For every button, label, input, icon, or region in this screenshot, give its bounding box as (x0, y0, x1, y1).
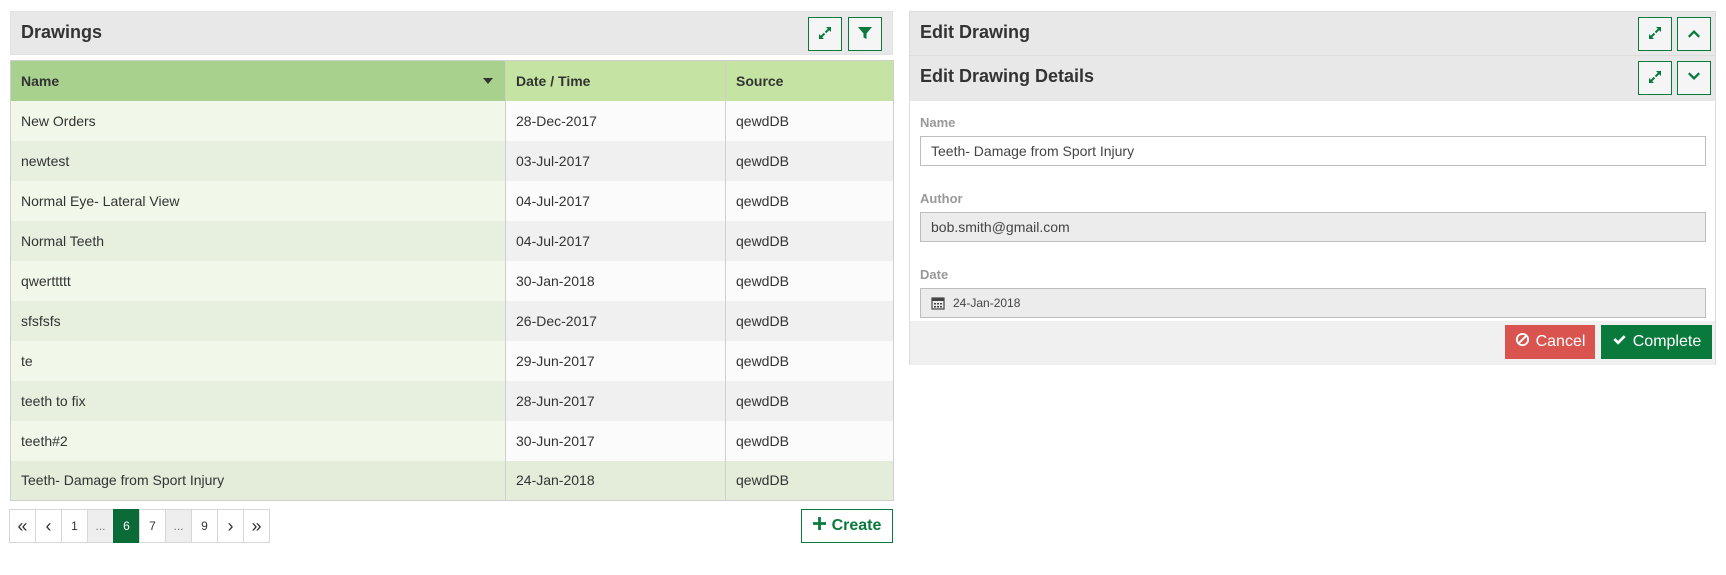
page-button-6[interactable]: 6 (113, 509, 140, 543)
sort-caret-icon[interactable] (483, 78, 493, 84)
cancel-button-label: Cancel (1535, 333, 1586, 350)
page-button-7[interactable]: 7 (139, 509, 166, 543)
edit-drawing-details-title: Edit Drawing Details (920, 66, 1095, 86)
cell-date: 26-Dec-2017 (505, 300, 726, 341)
cell-source: qewdDB (725, 340, 894, 381)
table-row[interactable]: teeth#2 30-Jun-2017 qewdDB (10, 420, 894, 461)
table-row[interactable]: teeth to fix 28-Jun-2017 qewdDB (10, 380, 894, 421)
column-header-name-label: Name (21, 72, 60, 89)
prev-page-button[interactable]: ‹ (35, 509, 62, 543)
calendar-icon[interactable] (931, 296, 945, 310)
cell-source: qewdDB (725, 380, 894, 421)
expand-icon (1647, 69, 1663, 88)
cell-date: 03-Jul-2017 (505, 140, 726, 181)
table-row[interactable]: newtest 03-Jul-2017 qewdDB (10, 140, 894, 181)
next-page-button[interactable]: › (217, 509, 244, 543)
cell-source: qewdDB (725, 420, 894, 461)
page-button-1[interactable]: 1 (61, 509, 88, 543)
create-button[interactable]: Create (801, 509, 893, 543)
cell-name: Teeth- Damage from Sport Injury (10, 460, 506, 501)
expand-button[interactable] (808, 17, 842, 51)
drawings-table: Name Date / Time Source New Orders 28-Dec… (10, 60, 894, 501)
cell-name: Normal Teeth (10, 220, 506, 261)
cell-name: sfsfsfs (10, 300, 506, 341)
edit-drawing-form: Name Teeth- Damage from Sport Injury Aut… (910, 101, 1715, 321)
last-page-button[interactable]: » (243, 509, 270, 543)
check-icon (1612, 332, 1627, 352)
table-header-row: Name Date / Time Source (10, 60, 894, 101)
expand-section-button[interactable] (1677, 61, 1711, 95)
cell-date: 28-Dec-2017 (505, 100, 726, 141)
filter-button[interactable] (848, 17, 882, 51)
cell-source: qewdDB (725, 460, 894, 501)
author-label: Author (920, 191, 963, 206)
expand-icon (817, 25, 833, 44)
cell-date: 30-Jun-2017 (505, 420, 726, 461)
cell-name: qwerttttt (10, 260, 506, 301)
expand-button[interactable] (1638, 17, 1672, 51)
create-button-label: Create (831, 517, 882, 534)
date-label: Date (920, 267, 949, 282)
name-field[interactable]: Teeth- Damage from Sport Injury (920, 136, 1706, 166)
cell-name: te (10, 340, 506, 381)
cell-name: teeth to fix (10, 380, 506, 421)
cell-date: 29-Jun-2017 (505, 340, 726, 381)
cell-name: New Orders (10, 100, 506, 141)
cell-name: teeth#2 (10, 420, 506, 461)
form-footer: Cancel Complete (910, 321, 1715, 365)
author-field: bob.smith@gmail.com (920, 212, 1706, 242)
ban-icon (1515, 332, 1530, 352)
expand-button[interactable] (1638, 61, 1672, 95)
cell-source: qewdDB (725, 260, 894, 301)
table-row[interactable]: Normal Teeth 04-Jul-2017 qewdDB (10, 220, 894, 261)
cell-source: qewdDB (725, 300, 894, 341)
edit-drawing-details-header: Edit Drawing Details (910, 56, 1715, 101)
column-header-date[interactable]: Date / Time (505, 60, 726, 101)
cell-date: 04-Jul-2017 (505, 220, 726, 261)
cell-date: 28-Jun-2017 (505, 380, 726, 421)
plus-icon (812, 517, 826, 535)
cell-date: 24-Jan-2018 (505, 460, 726, 501)
edit-drawing-panel: Edit Drawing Edit Drawing Details Name T… (909, 11, 1716, 365)
edit-drawing-title: Edit Drawing (920, 22, 1031, 42)
page-ellipsis: ... (87, 509, 114, 543)
first-page-button[interactable]: « (9, 509, 36, 543)
chevron-down-icon (1686, 69, 1702, 88)
table-row[interactable]: Teeth- Damage from Sport Injury 24-Jan-20… (10, 460, 894, 501)
drawings-panel: Drawings Name Date / Time Source New Ord… (9, 11, 894, 543)
table-row[interactable]: Normal Eye- Lateral View 04-Jul-2017 qewdD… (10, 180, 894, 221)
page-button-9[interactable]: 9 (191, 509, 218, 543)
cell-name: newtest (10, 140, 506, 181)
column-header-source[interactable]: Source (725, 60, 894, 101)
cell-date: 30-Jan-2018 (505, 260, 726, 301)
cell-source: qewdDB (725, 220, 894, 261)
cell-source: qewdDB (725, 180, 894, 221)
collapse-button[interactable] (1677, 17, 1711, 51)
drawings-panel-title: Drawings (21, 22, 103, 42)
table-row[interactable]: New Orders 28-Dec-2017 qewdDB (10, 100, 894, 141)
cell-name: Normal Eye- Lateral View (10, 180, 506, 221)
drawings-panel-header: Drawings (10, 11, 893, 55)
cell-source: qewdDB (725, 140, 894, 181)
complete-button[interactable]: Complete (1601, 325, 1712, 359)
filter-icon (857, 25, 873, 44)
cell-date: 04-Jul-2017 (505, 180, 726, 221)
column-header-name[interactable]: Name (10, 60, 506, 101)
page-ellipsis: ... (165, 509, 192, 543)
table-row[interactable]: qwerttttt 30-Jan-2018 qewdDB (10, 260, 894, 301)
name-label: Name (920, 115, 956, 130)
pagination: « ‹ 1 ... 6 7 ... 9 › » (9, 509, 270, 543)
table-row[interactable]: te 29-Jun-2017 qewdDB (10, 340, 894, 381)
chevron-up-icon (1686, 25, 1702, 44)
table-row[interactable]: sfsfsfs 26-Dec-2017 qewdDB (10, 300, 894, 341)
date-field[interactable]: 24-Jan-2018 (920, 288, 1706, 318)
complete-button-label: Complete (1632, 333, 1702, 350)
cell-source: qewdDB (725, 100, 894, 141)
edit-drawing-header: Edit Drawing (910, 12, 1715, 56)
cancel-button[interactable]: Cancel (1505, 325, 1595, 359)
date-value: 24-Jan-2018 (953, 296, 1021, 310)
expand-icon (1647, 25, 1663, 44)
